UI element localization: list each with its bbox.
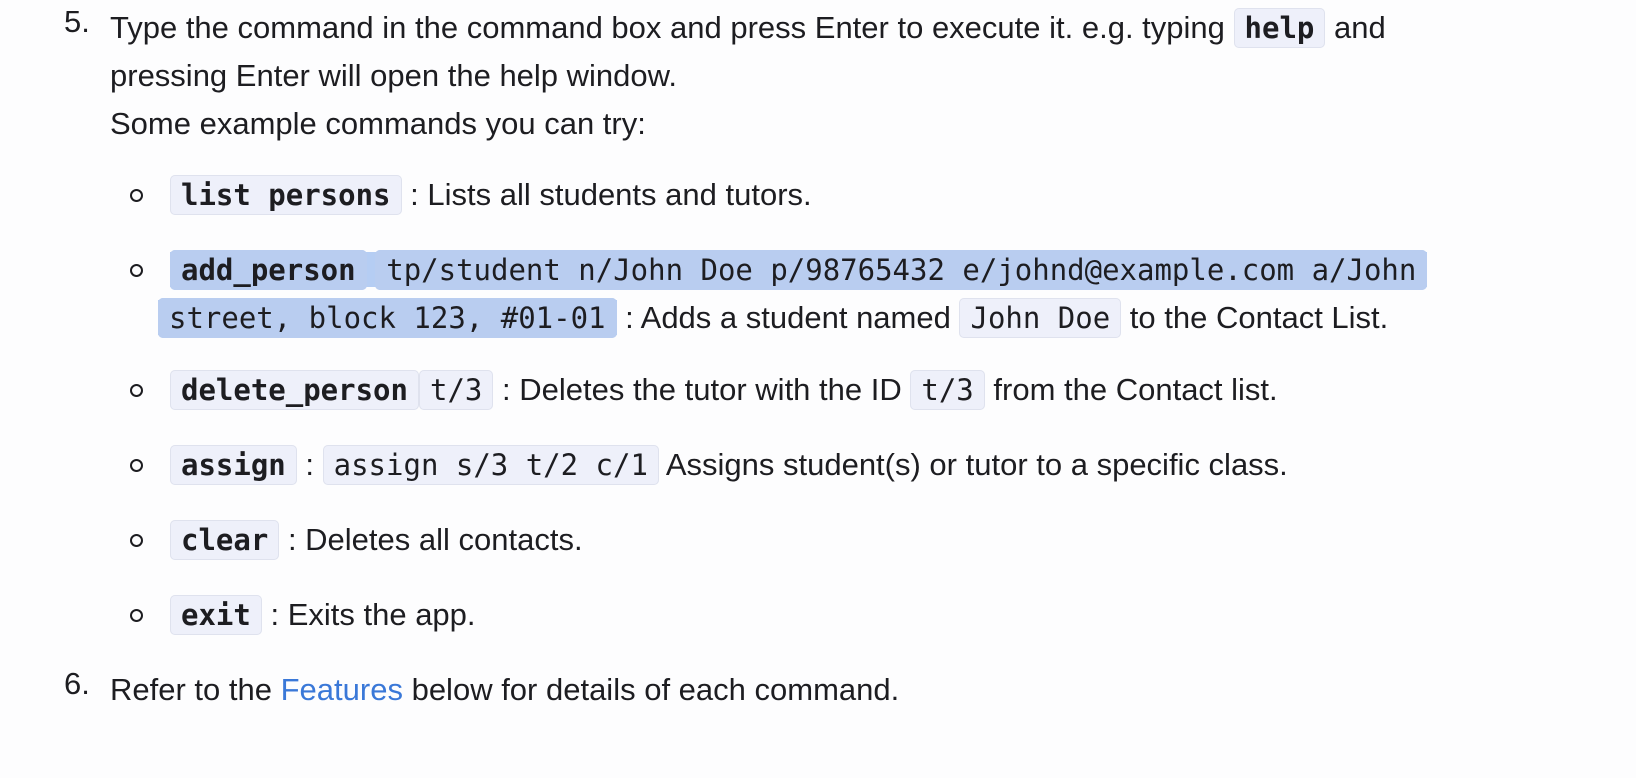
hollow-bullet-icon: [130, 264, 143, 277]
step-number: 6.: [64, 666, 90, 701]
step-text: Some example commands you can try:: [110, 106, 646, 141]
command-code: assign: [170, 445, 297, 485]
hollow-bullet-icon: [130, 384, 143, 397]
command-args-code: tp/student n/John Doe p/98765432 e/johnd…: [375, 250, 1428, 290]
step-text: below for details of each command.: [411, 672, 900, 707]
command-args-code: t/3: [418, 370, 494, 410]
step-body: Type the command in the command box and …: [110, 4, 1530, 148]
step-line: Refer to the Features below for details …: [110, 666, 1530, 714]
command-args-code: street, block 123, #01-01: [158, 298, 617, 338]
hollow-bullet-icon: [130, 534, 143, 547]
id-code: t/3: [910, 370, 985, 410]
command-description: Assigns student(s) or tutor to a specifi…: [665, 447, 1288, 482]
command-description: : Deletes all contacts.: [287, 522, 583, 557]
command-description: : Exits the app.: [270, 597, 476, 632]
step-text: and: [1334, 10, 1386, 45]
hollow-bullet-icon: [130, 189, 143, 202]
hollow-bullet-icon: [130, 609, 143, 622]
step-text: pressing Enter will open the help window…: [110, 58, 677, 93]
command-description: : Deletes the tutor with the ID: [502, 372, 902, 407]
step-text: Type the command in the command box and …: [110, 10, 1225, 45]
command-code: delete_person: [170, 370, 419, 410]
text-selection: add_person tp/student n/John Doe p/98765…: [170, 250, 1428, 290]
name-code: John Doe: [959, 298, 1122, 338]
user-guide-page: 5. Type the command in the command box a…: [0, 0, 1636, 778]
command-description: : Adds a student named: [625, 300, 951, 335]
command-example-code: assign s/3 t/2 c/1: [322, 445, 659, 485]
command-description: to the Contact List.: [1129, 300, 1389, 335]
command-description: from the Contact list.: [993, 372, 1278, 407]
features-link[interactable]: Features: [281, 672, 403, 707]
command-description: : Lists all students and tutors.: [410, 177, 812, 212]
command-code: add_person: [170, 250, 367, 290]
step-line: Type the command in the command box and …: [110, 4, 1530, 52]
hollow-bullet-icon: [130, 459, 143, 472]
step-text: Refer to the: [110, 672, 272, 707]
command-code: list persons: [170, 175, 402, 215]
command-code: clear: [170, 520, 280, 560]
text-selection: street, block 123, #01-01: [158, 298, 617, 338]
command-code: exit: [170, 595, 262, 635]
separator: :: [305, 447, 315, 482]
help-code: help: [1233, 8, 1326, 48]
step-number: 5.: [64, 4, 90, 39]
step-body: Refer to the Features below for details …: [110, 666, 1530, 714]
